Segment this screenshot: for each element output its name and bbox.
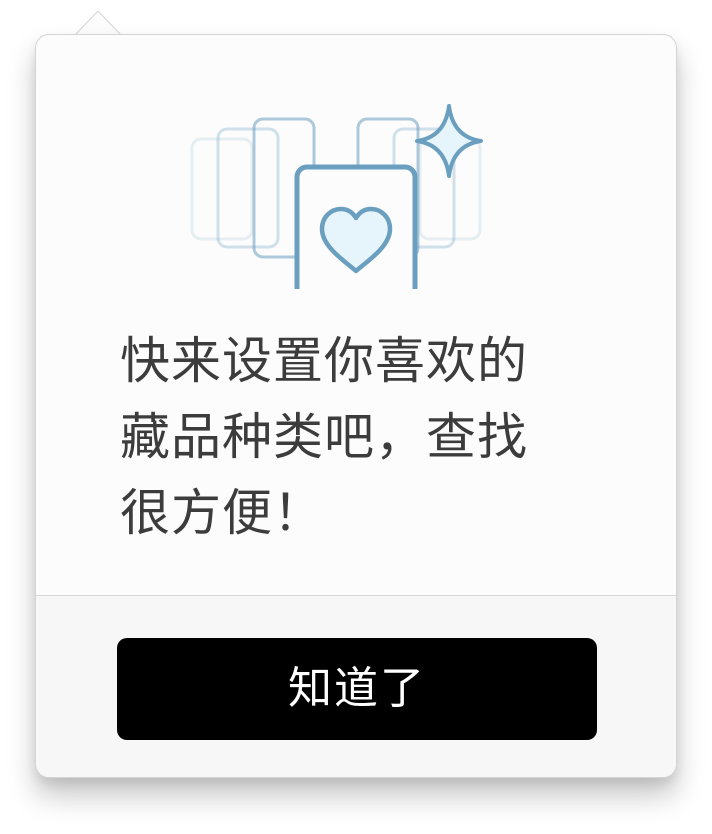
heart-card-icon bbox=[294, 164, 418, 289]
sparkle-icon bbox=[415, 104, 483, 178]
tooltip-popover: 快来设置你喜欢的 藏品种类吧，查找 很方便！ 知道了 bbox=[35, 34, 677, 778]
tip-message-line-1: 快来设置你喜欢的 bbox=[120, 332, 528, 390]
tip-message-line-2: 藏品种类吧，查找 bbox=[120, 408, 528, 466]
collection-illustration bbox=[190, 104, 483, 289]
popover-footer: 知道了 bbox=[36, 595, 676, 777]
got-it-button[interactable]: 知道了 bbox=[117, 638, 597, 740]
tip-message-line-3: 很方便！ bbox=[120, 484, 324, 542]
tooltip-popover-container: 快来设置你喜欢的 藏品种类吧，查找 很方便！ 知道了 bbox=[0, 0, 712, 834]
tip-message: 快来设置你喜欢的 藏品种类吧，查找 很方便！ bbox=[120, 323, 590, 551]
